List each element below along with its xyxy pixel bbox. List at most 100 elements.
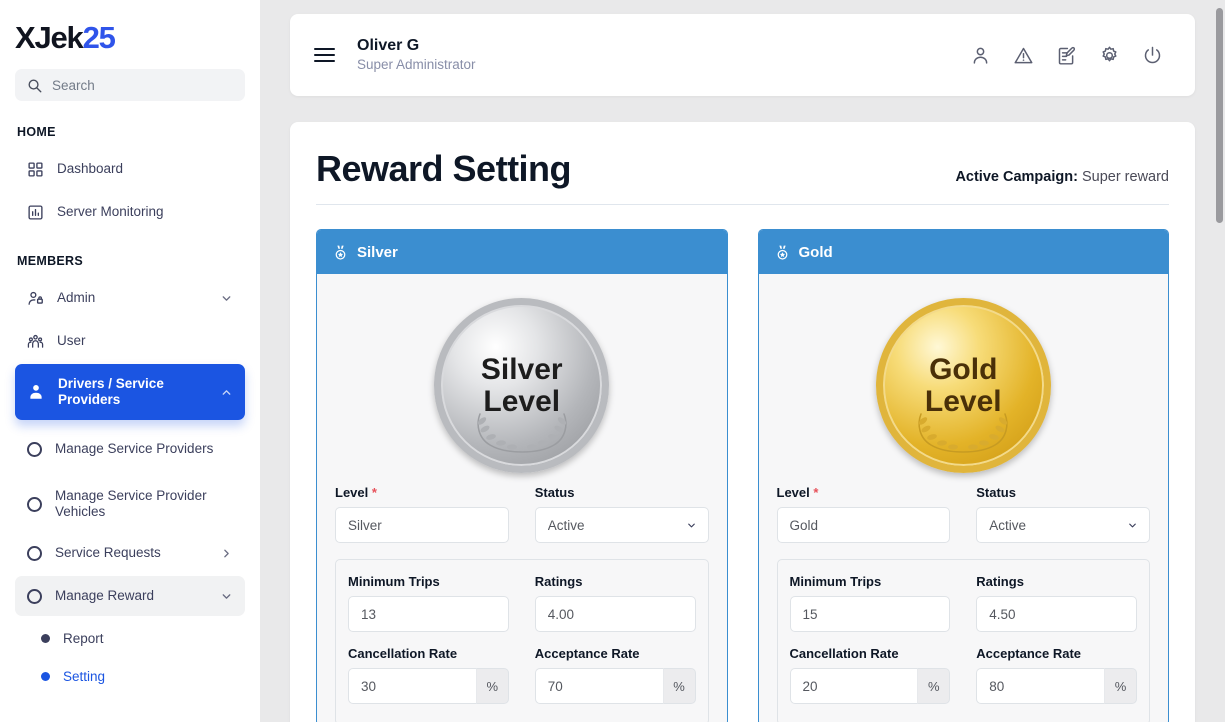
- sidebar-item-label: Server Monitoring: [57, 204, 164, 220]
- cancellation-rate-label: Cancellation Rate: [789, 646, 899, 661]
- sidebar-subitem-report[interactable]: Report: [15, 619, 245, 657]
- percent-addon: %: [662, 668, 696, 704]
- content-card: Reward Setting Active Campaign: Super re…: [290, 122, 1195, 722]
- level-input[interactable]: [335, 507, 509, 543]
- status-label: Status: [976, 485, 1016, 500]
- cancellation-rate-group: %: [789, 668, 951, 704]
- trips-ratings-row: Minimum Trips Ratings: [789, 574, 1137, 632]
- sidebar-item-manage-reward[interactable]: Manage Reward: [15, 576, 245, 616]
- search-box[interactable]: [15, 69, 245, 101]
- sidebar-item-drivers-service-providers[interactable]: Drivers / Service Providers: [15, 364, 245, 420]
- sidebar-item-dashboard[interactable]: Dashboard: [15, 149, 245, 189]
- user-block: Oliver G Super Administrator: [357, 36, 970, 75]
- silver-medal-image: Silver Level: [434, 298, 610, 473]
- topbar: Oliver G Super Administrator: [290, 14, 1195, 96]
- active-campaign-value: Super reward: [1081, 169, 1169, 185]
- sidebar-item-label: Admin: [57, 290, 96, 306]
- level-label: Level *: [777, 485, 951, 500]
- level-card-body: Silver Level Level * Silver Status Activ…: [317, 274, 727, 722]
- chevron-up-icon: [222, 389, 231, 395]
- chevron-right-icon: [224, 549, 229, 557]
- level-label-text: Level: [335, 485, 369, 500]
- level-input[interactable]: [776, 507, 951, 543]
- ring-icon: [27, 588, 42, 604]
- trips-ratings-row: Minimum Trips Ratings: [348, 574, 696, 632]
- level-card-title: Silver: [357, 243, 398, 261]
- page-scrollbar[interactable]: [1216, 0, 1223, 722]
- minimum-trips-label: Minimum Trips: [348, 574, 440, 589]
- sidebar-item-admin[interactable]: Admin: [15, 278, 245, 318]
- status-select-wrap: [976, 507, 1150, 543]
- sidebar-item-user[interactable]: User: [15, 321, 245, 361]
- page-head: Reward Setting Active Campaign: Super re…: [316, 148, 1169, 205]
- metrics-panel: Minimum Trips Ratings Cancel: [335, 559, 709, 722]
- acceptance-rate-group: %: [534, 668, 696, 704]
- cancellation-rate-input[interactable]: [789, 668, 918, 704]
- sidebar-item-label: Manage Service Provider Vehicles: [55, 488, 207, 519]
- ring-icon: [27, 441, 42, 457]
- sidebar-section-members: MEMBERS: [17, 254, 83, 268]
- sidebar-subitem-label: Setting: [63, 668, 106, 684]
- status-field: Status: [534, 485, 709, 543]
- user-role: Super Administrator: [357, 56, 476, 72]
- acceptance-rate-field: Acceptance Rate %: [534, 646, 696, 704]
- ratings-label: Ratings: [976, 574, 1024, 589]
- sidebar-item-label: Service Requests: [55, 545, 161, 561]
- settings-gear-icon[interactable]: [1099, 45, 1120, 66]
- ratings-input[interactable]: [534, 596, 696, 632]
- level-label-text: Level: [776, 485, 810, 500]
- minimum-trips-field: Minimum Trips: [348, 574, 509, 632]
- users-icon: [27, 334, 44, 348]
- sidebar-item-server-monitoring[interactable]: Server Monitoring: [15, 192, 245, 232]
- rates-row: Cancellation Rate % Acceptance Rate: [348, 646, 696, 704]
- logo-text-primary: XJek: [15, 20, 84, 55]
- alert-triangle-icon[interactable]: [1013, 45, 1034, 66]
- ratings-input[interactable]: [976, 596, 1137, 632]
- acceptance-rate-input[interactable]: [976, 668, 1104, 704]
- acceptance-rate-label: Acceptance Rate: [976, 646, 1082, 661]
- chart-box-icon: [28, 204, 43, 220]
- profile-icon[interactable]: [970, 45, 991, 66]
- level-card-header: Silver: [317, 230, 727, 274]
- cancellation-rate-input[interactable]: [348, 668, 476, 704]
- status-select[interactable]: [534, 507, 709, 543]
- sidebar-section-home: HOME: [17, 125, 56, 139]
- logo-text-accent: 25: [82, 20, 116, 55]
- app-logo[interactable]: XJek25: [15, 0, 245, 69]
- laurel-wreath-icon: [883, 412, 1044, 454]
- status-label: Status: [534, 485, 575, 500]
- level-card-gold: Gold Gold Level Level * Gold Status Acti…: [757, 229, 1169, 722]
- main-content: Oliver G Super Administrator Reward Sett…: [260, 0, 1225, 722]
- hamburger-icon[interactable]: [314, 48, 335, 62]
- search-input[interactable]: [52, 77, 233, 93]
- ratings-label: Ratings: [534, 574, 583, 589]
- status-select[interactable]: [976, 507, 1150, 543]
- level-card-body: Gold Level Level * Gold Status Active Mi…: [759, 274, 1169, 722]
- level-card-header: Gold: [758, 230, 1168, 274]
- sidebar-item-label: Manage Reward: [55, 588, 155, 604]
- sidebar-subitem-setting[interactable]: Setting: [15, 657, 245, 695]
- sidebar-item-manage-service-provider-vehicles[interactable]: Manage Service Provider Vehicles: [15, 478, 245, 530]
- sidebar-item-service-requests[interactable]: Service Requests: [15, 533, 245, 573]
- ring-icon: [27, 496, 42, 512]
- bullet-icon: [41, 671, 50, 681]
- minimum-trips-input[interactable]: [348, 596, 509, 632]
- active-campaign: Active Campaign: Super reward: [955, 169, 1169, 185]
- ratings-field: Ratings: [976, 574, 1137, 632]
- level-card-title: Gold: [798, 243, 833, 261]
- sidebar-item-manage-service-providers[interactable]: Manage Service Providers: [15, 423, 245, 475]
- page-scrollbar-thumb[interactable]: [1216, 8, 1223, 223]
- acceptance-rate-input[interactable]: [534, 668, 663, 704]
- sidebar-subitem-label: Report: [63, 630, 104, 646]
- status-field: Status: [976, 485, 1150, 543]
- laurel-wreath-icon: [441, 412, 602, 454]
- required-marker: *: [371, 485, 377, 500]
- medal-icon: [335, 245, 346, 260]
- percent-addon: %: [475, 668, 509, 704]
- power-icon[interactable]: [1142, 45, 1163, 66]
- chevron-down-icon: [222, 593, 231, 599]
- acceptance-rate-field: Acceptance Rate %: [976, 646, 1137, 704]
- user-name: Oliver G: [357, 36, 420, 54]
- edit-document-icon[interactable]: [1056, 45, 1077, 66]
- minimum-trips-input[interactable]: [789, 596, 951, 632]
